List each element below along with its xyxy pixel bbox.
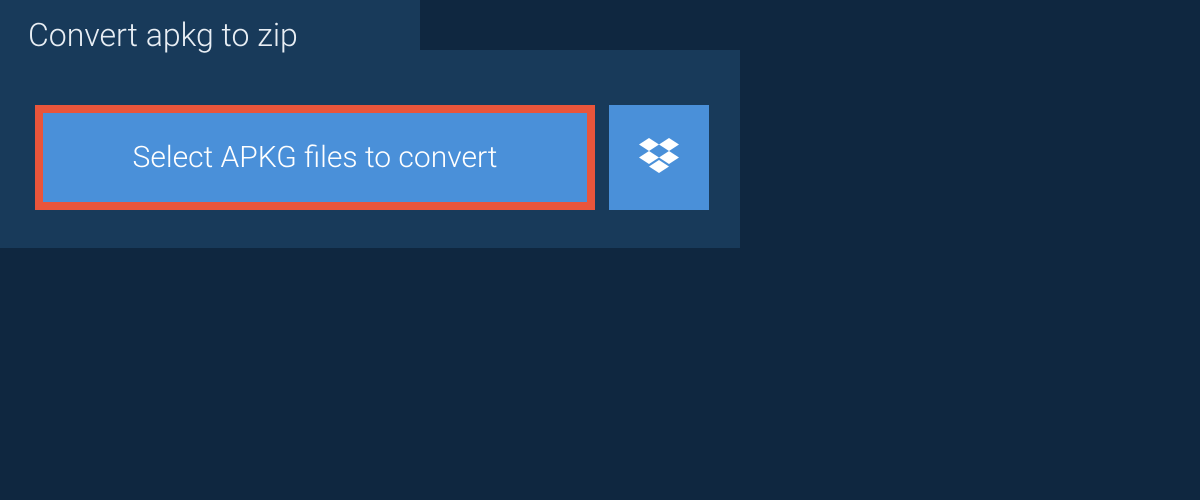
dropbox-icon — [639, 138, 679, 178]
tab-label: Convert apkg to zip — [28, 16, 298, 54]
dropbox-button[interactable] — [609, 105, 709, 210]
select-files-button[interactable]: Select APKG files to convert — [35, 105, 595, 210]
select-files-label: Select APKG files to convert — [133, 140, 498, 175]
converter-panel: Convert apkg to zip Select APKG files to… — [0, 50, 740, 248]
action-row: Select APKG files to convert — [0, 70, 740, 248]
tab-convert[interactable]: Convert apkg to zip — [0, 0, 420, 70]
